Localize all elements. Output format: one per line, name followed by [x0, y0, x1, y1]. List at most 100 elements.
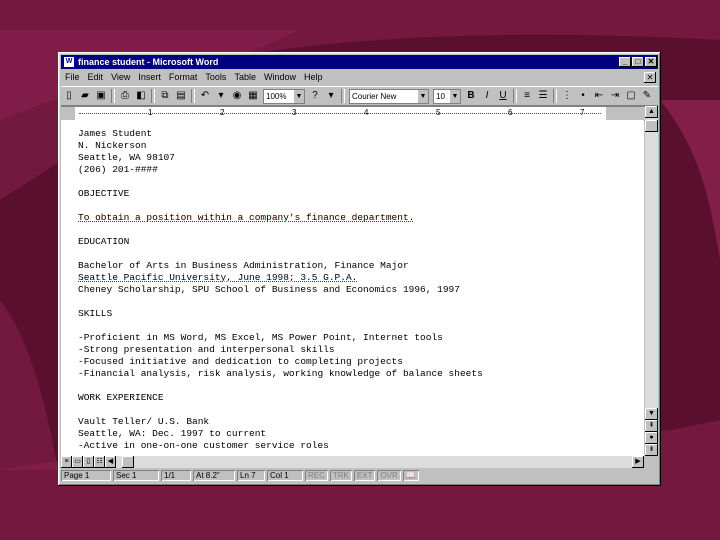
document-close-button[interactable]: ✕ [644, 72, 656, 83]
ruler-number: 6 [508, 108, 513, 117]
status-column: Col 1 [267, 470, 303, 481]
doc-line: -Proficient in MS Word, MS Excel, MS Pow… [78, 332, 443, 343]
outline-view-icon[interactable]: ☷ [94, 456, 105, 468]
ruler-number: 4 [364, 108, 369, 117]
doc-heading: SKILLS [78, 308, 113, 319]
bullets-icon[interactable]: • [576, 89, 590, 103]
doc-line: Seattle, WA 98107 [78, 152, 175, 163]
menu-table[interactable]: Table [230, 72, 260, 82]
status-ext[interactable]: EXT [354, 470, 376, 481]
highlight-icon[interactable]: ✎ [640, 89, 654, 103]
menu-tools[interactable]: Tools [201, 72, 230, 82]
scroll-up-arrow-icon[interactable]: ▲ [645, 106, 658, 118]
spelling-status-icon[interactable]: 📖 [403, 470, 419, 481]
title-bar: W finance student - Microsoft Word _ □ ✕ [61, 55, 658, 69]
doc-line: James Student [78, 128, 153, 139]
undo-icon[interactable]: ↶ [198, 89, 212, 103]
toolbar-separator [553, 89, 557, 103]
doc-line: Seattle Pacific University, June 1998; 3… [78, 272, 358, 283]
open-folder-icon[interactable]: ▰ [78, 89, 92, 103]
status-pages: 1/1 [161, 470, 191, 481]
next-page-icon[interactable]: ⇟ [645, 444, 658, 456]
window-title: finance student - Microsoft Word [78, 57, 219, 67]
ruler-number: 3 [292, 108, 297, 117]
help-icon[interactable]: ? [308, 89, 322, 103]
menu-window[interactable]: Window [260, 72, 300, 82]
status-page: Page 1 [61, 470, 111, 481]
previous-page-icon[interactable]: ⇞ [645, 420, 658, 432]
scroll-left-arrow-icon[interactable]: ◀ [105, 456, 116, 468]
minimize-button[interactable]: _ [619, 57, 631, 67]
font-select[interactable]: Courier New ▼ [349, 88, 429, 104]
doc-line: Bachelor of Arts in Business Administrat… [78, 260, 409, 271]
chevron-down-icon: ▼ [294, 89, 304, 103]
scroll-right-arrow-icon[interactable]: ▶ [632, 456, 644, 468]
doc-heading: WORK EXPERIENCE [78, 392, 164, 403]
table-icon[interactable]: ▦ [246, 89, 260, 103]
doc-line: To obtain a position within a company's … [78, 212, 415, 223]
border-icon[interactable]: ▢ [624, 89, 638, 103]
web-layout-view-icon[interactable]: ▭ [72, 456, 83, 468]
status-trk[interactable]: TRK [330, 470, 352, 481]
zoom-value: 100% [266, 91, 287, 101]
doc-line: Seattle, WA: Dec. 1997 to current [78, 428, 267, 439]
horizontal-scrollbar[interactable]: ≡ ▭ ▯ ☷ ◀ ▶ [61, 456, 644, 468]
print-preview-icon[interactable]: ◧ [134, 89, 148, 103]
status-rec[interactable]: REC [305, 470, 328, 481]
print-layout-view-icon[interactable]: ▯ [83, 456, 94, 468]
paste-icon[interactable]: ▤ [174, 89, 188, 103]
menu-insert[interactable]: Insert [134, 72, 165, 82]
doc-line: N. Nickerson [78, 140, 147, 151]
normal-view-icon[interactable]: ≡ [61, 456, 72, 468]
decrease-indent-icon[interactable]: ⇤ [592, 89, 606, 103]
copy-icon[interactable]: ⧉ [158, 89, 172, 103]
dropdown-arrow-icon[interactable]: ▾ [214, 89, 228, 103]
document-area[interactable]: James Student N. Nickerson Seattle, WA 9… [61, 120, 644, 456]
doc-line: (206) 201-#### [78, 164, 158, 175]
print-icon[interactable]: ⎙ [118, 89, 132, 103]
scroll-thumb[interactable] [645, 120, 658, 132]
numbering-icon[interactable]: ⋮ [560, 89, 574, 103]
close-button[interactable]: ✕ [645, 57, 657, 67]
ruler[interactable]: 1 2 3 4 5 6 7 [61, 106, 646, 121]
font-size-select[interactable]: 10 ▼ [433, 88, 461, 104]
bold-icon[interactable]: B [464, 89, 478, 103]
font-value: Courier New [352, 91, 397, 101]
status-at: At 8.2" [193, 470, 235, 481]
menu-file[interactable]: File [61, 72, 84, 82]
increase-indent-icon[interactable]: ⇥ [608, 89, 622, 103]
status-bar: Page 1 Sec 1 1/1 At 8.2" Ln 7 Col 1 REC … [61, 469, 658, 482]
menu-help[interactable]: Help [300, 72, 327, 82]
new-document-icon[interactable]: ▯ [62, 89, 76, 103]
ruler-number: 1 [148, 108, 153, 117]
horizontal-scroll-thumb[interactable] [122, 456, 134, 468]
vertical-scrollbar[interactable]: ▲ ▼ ⇞ ● ⇟ [645, 106, 658, 456]
toolbar-separator [151, 89, 155, 103]
save-icon[interactable]: ▣ [94, 89, 108, 103]
scroll-down-arrow-icon[interactable]: ▼ [645, 408, 658, 420]
italic-icon[interactable]: I [480, 89, 494, 103]
view-buttons: ≡ ▭ ▯ ☷ ◀ [61, 456, 116, 468]
doc-line: Cheney Scholarship, SPU School of Busine… [78, 284, 460, 295]
doc-line: -Active in one-on-one customer service r… [78, 440, 329, 451]
align-center-icon[interactable]: ☰ [536, 89, 550, 103]
select-browse-object-icon[interactable]: ● [645, 432, 658, 444]
toolbar-separator [513, 89, 517, 103]
menu-bar: File Edit View Insert Format Tools Table… [61, 69, 658, 85]
doc-heading: EDUCATION [78, 236, 130, 247]
doc-line: -Strong presentation and interpersonal s… [78, 344, 335, 355]
word-app-icon[interactable]: W [63, 56, 75, 68]
menu-edit[interactable]: Edit [84, 72, 108, 82]
toolbar: ▯ ▰ ▣ ⎙ ◧ ⧉ ▤ ↶ ▾ ◉ ▦ 100% ▼ ? ▾ Courier… [61, 86, 658, 106]
align-left-icon[interactable]: ≡ [520, 89, 534, 103]
chevron-down-icon: ▼ [418, 89, 428, 103]
menu-format[interactable]: Format [165, 72, 202, 82]
maximize-button[interactable]: □ [632, 57, 644, 67]
web-icon[interactable]: ◉ [230, 89, 244, 103]
zoom-select[interactable]: 100% ▼ [263, 88, 305, 104]
dropdown-arrow-icon[interactable]: ▾ [324, 89, 338, 103]
underline-icon[interactable]: U [496, 89, 510, 103]
status-section: Sec 1 [113, 470, 159, 481]
status-ovr[interactable]: OVR [377, 470, 400, 481]
menu-view[interactable]: View [107, 72, 134, 82]
